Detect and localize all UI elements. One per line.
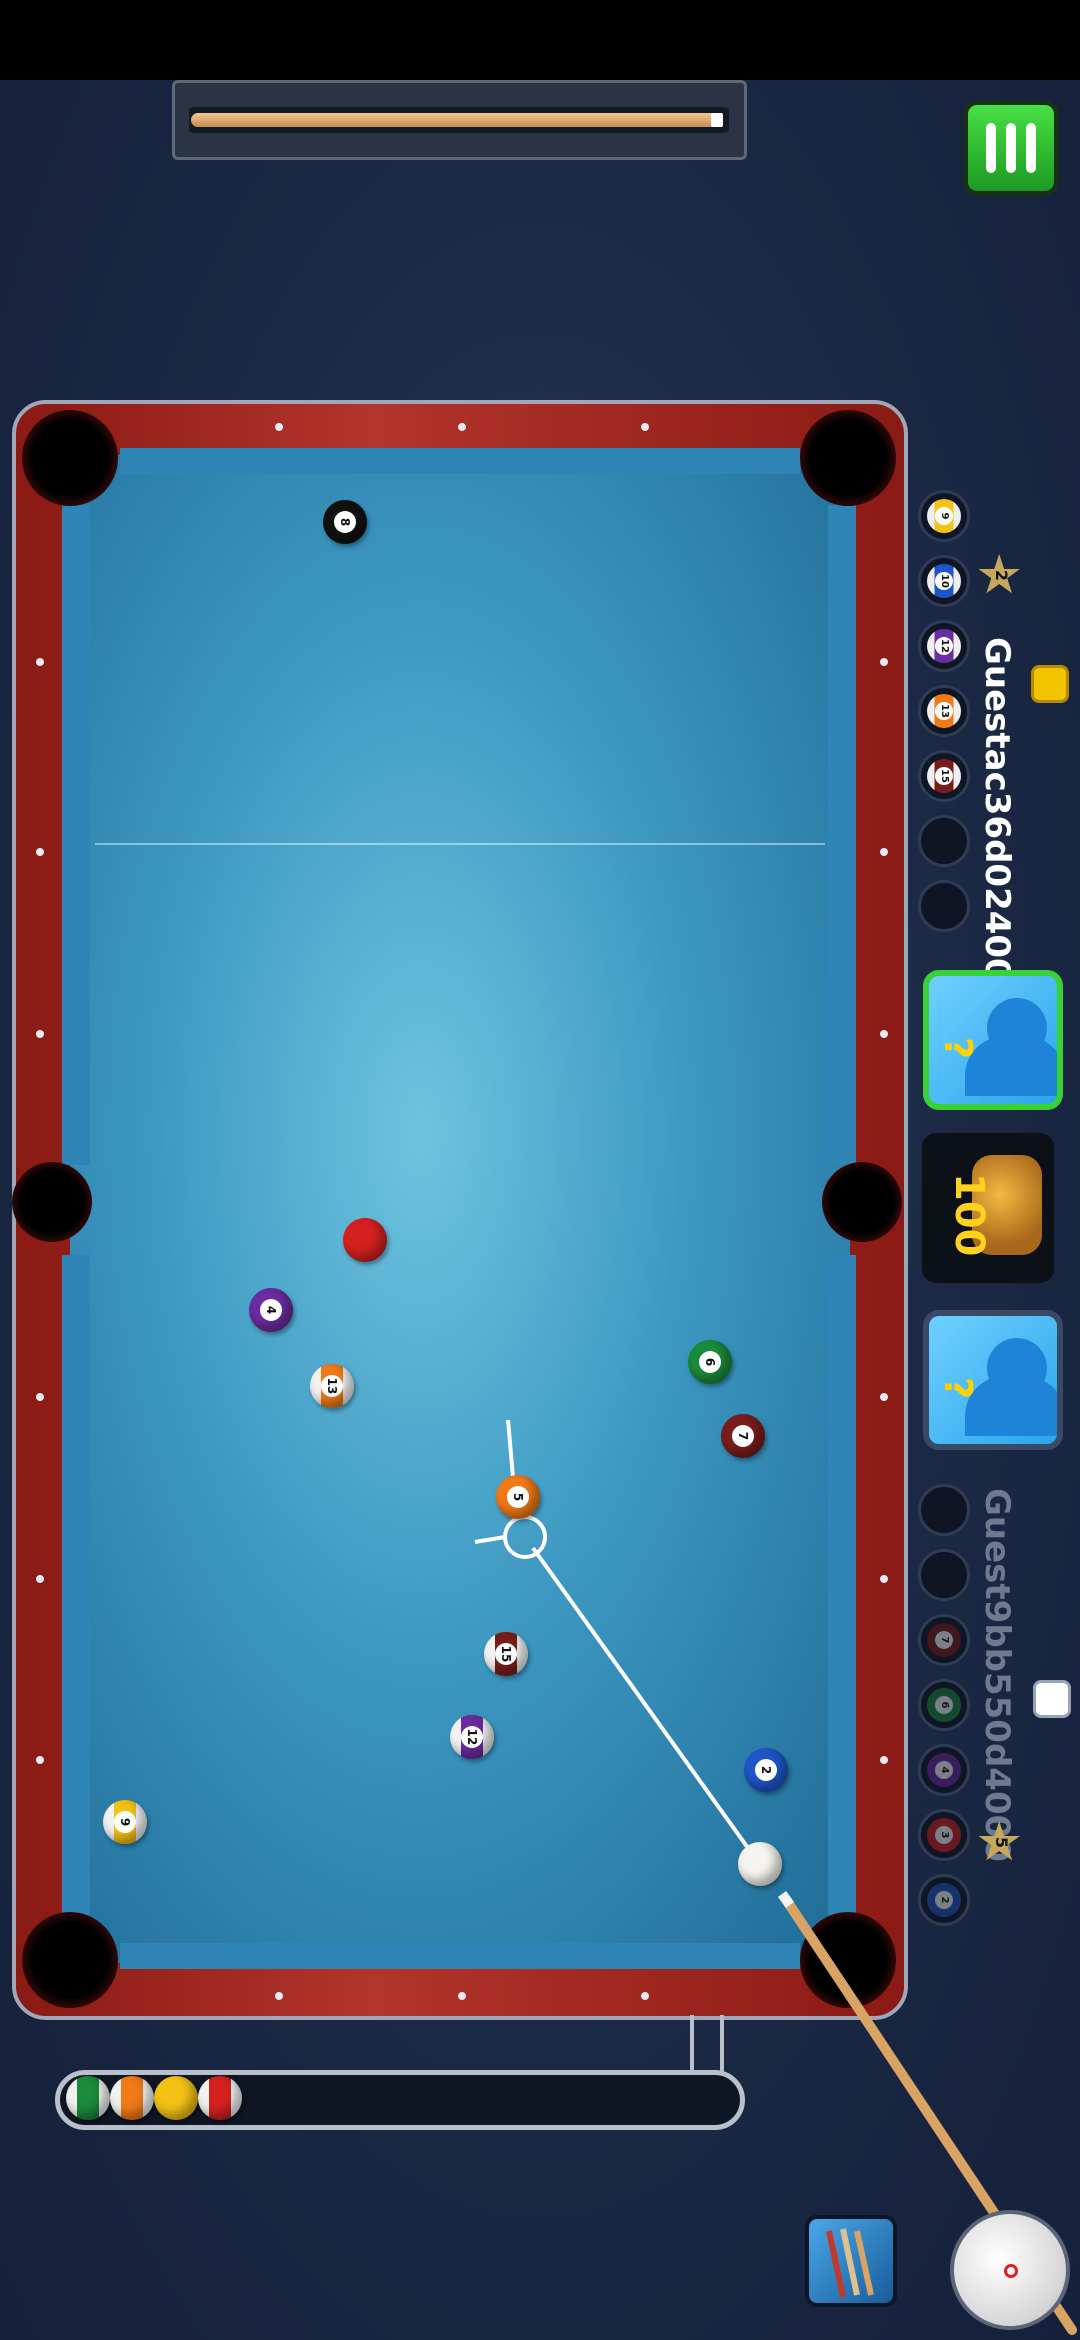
- rack-ball-number: 6: [935, 1696, 953, 1714]
- cue-selection-button[interactable]: [805, 2215, 897, 2307]
- rack-ball-number: 9: [935, 507, 953, 525]
- rack-ball-2: 2: [927, 1883, 961, 1917]
- bet-prize: 100: [922, 1133, 1054, 1283]
- left-rack-slot: [918, 1484, 970, 1536]
- ball-number: 6: [699, 1351, 721, 1373]
- rack-ball-9: 9: [927, 499, 961, 533]
- left-rack-slot: 2: [918, 1874, 970, 1926]
- rack-ball-15: 15: [927, 759, 961, 793]
- right-rack-slot: 15: [918, 750, 970, 802]
- rack-ball-10: 10: [927, 564, 961, 598]
- right-player-avatar[interactable]: ?: [923, 970, 1063, 1110]
- left-rack-slot: 3: [918, 1809, 970, 1861]
- rack-ball-12: 12: [927, 629, 961, 663]
- left-rack-slot: 6: [918, 1679, 970, 1731]
- right-chat-icon[interactable]: [1031, 665, 1069, 703]
- ball-number: 8: [334, 511, 356, 533]
- ball-number: 2: [755, 1759, 777, 1781]
- ball-number: 7: [732, 1425, 754, 1447]
- rack-ball-number: 13: [935, 702, 953, 720]
- left-rack-slot: [918, 1549, 970, 1601]
- ball-8: 8: [323, 500, 367, 544]
- ball-3: [343, 1218, 387, 1262]
- rack-ball-3: 3: [927, 1818, 961, 1852]
- right-rack-slot: 10: [918, 555, 970, 607]
- rack-ball-number: 10: [935, 572, 953, 590]
- right-rack-slot: [918, 880, 970, 932]
- cue-icon: [826, 2228, 874, 2298]
- rack-ball-number: 3: [935, 1826, 953, 1844]
- ball-5: 5: [496, 1475, 540, 1519]
- ball-13: 13: [310, 1364, 354, 1408]
- rack-ball-7: 7: [927, 1623, 961, 1657]
- left-player-avatar[interactable]: ?: [923, 1310, 1063, 1450]
- avatar-question-mark-left: ?: [936, 1376, 981, 1400]
- ball-number: 13: [321, 1375, 343, 1397]
- left-rack-slot: 7: [918, 1614, 970, 1666]
- ball-7: 7: [721, 1414, 765, 1458]
- rack-ball-number: 12: [935, 637, 953, 655]
- right-rack-slot: 13: [918, 685, 970, 737]
- pocketed-ball-11: [198, 2076, 242, 2120]
- ball-number: 15: [495, 1643, 517, 1665]
- left-player-name: Guest9bb550d4000: [977, 1488, 1017, 1862]
- pocketed-ball-1: [154, 2076, 198, 2120]
- right-player-name: Guestac36d024000: [977, 637, 1017, 1006]
- aim-guide: [474, 1419, 1077, 2335]
- rack-ball-4: 4: [927, 1753, 961, 1787]
- spin-icon: [1004, 2264, 1018, 2278]
- left-chat-icon[interactable]: [1033, 1680, 1071, 1718]
- right-level-number: 2: [992, 569, 1012, 582]
- ball-15: 15: [484, 1632, 528, 1676]
- ball-number: 9: [114, 1811, 136, 1833]
- ball-2: 2: [744, 1748, 788, 1792]
- rack-ball-number: 7: [935, 1631, 953, 1649]
- right-rack-slot: 9: [918, 490, 970, 542]
- ball-number: 4: [260, 1299, 282, 1321]
- rack-ball-6: 6: [927, 1688, 961, 1722]
- rack-ball-number: 4: [935, 1761, 953, 1779]
- ball-9: 9: [103, 1800, 147, 1844]
- ball-6: 6: [688, 1340, 732, 1384]
- rack-ball-13: 13: [927, 694, 961, 728]
- rack-ball-number: 15: [935, 767, 953, 785]
- cue-ball[interactable]: [738, 1842, 782, 1886]
- right-rack-slot: [918, 815, 970, 867]
- left-level-number: 5: [992, 1836, 1012, 1849]
- ball-12: 12: [450, 1715, 494, 1759]
- spin-button[interactable]: [950, 2210, 1070, 2330]
- right-rack-slot: 12: [918, 620, 970, 672]
- ball-4: 4: [249, 1288, 293, 1332]
- left-rack-slot: 4: [918, 1744, 970, 1796]
- rack-ball-number: 2: [935, 1891, 953, 1909]
- pocketed-ball-13: [110, 2076, 154, 2120]
- ball-number: 12: [461, 1726, 483, 1748]
- bet-amount: 100: [946, 1173, 992, 1257]
- ball-number: 5: [507, 1486, 529, 1508]
- avatar-question-mark: ?: [936, 1036, 981, 1060]
- pocketed-ball-14: [66, 2076, 110, 2120]
